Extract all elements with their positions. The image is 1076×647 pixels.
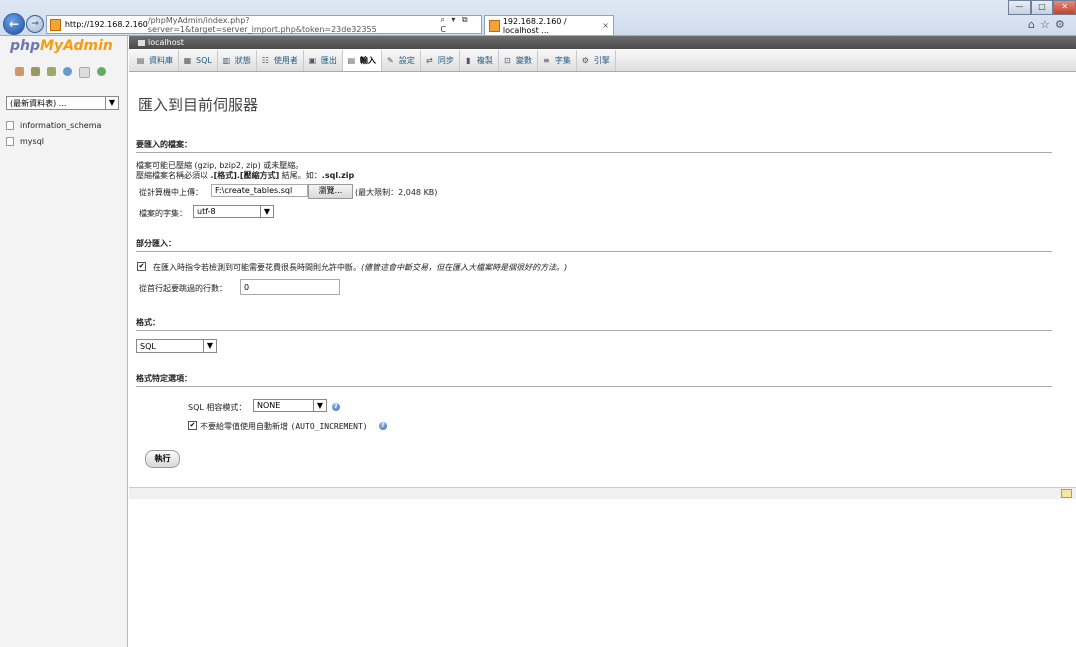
users-icon: ☷ — [261, 56, 269, 65]
tab-import[interactable]: ▤ 輸入 — [342, 50, 382, 71]
minimize-button[interactable]: — — [1008, 0, 1031, 15]
tab-users[interactable]: ☷ 使用者 — [257, 50, 304, 71]
tab-sql[interactable]: ▦ SQL — [179, 50, 218, 71]
sync-icon: ⇄ — [425, 56, 433, 65]
db-name: mysql — [20, 137, 44, 146]
tab-replication[interactable]: ▮ 複製 — [460, 50, 499, 71]
allow-interrupt-label: 在匯入時指令若檢測到可能需要花費很長時間則允許中斷。(儘管這會中斷交易，但在匯入… — [153, 263, 568, 272]
url-path: /phpMyAdmin/index.php?server=1&target=se… — [147, 15, 377, 34]
sql-icon: ▦ — [183, 56, 192, 65]
address-bar[interactable]: http://192.168.2.160/phpMyAdmin/index.ph… — [46, 15, 482, 34]
tab-sync[interactable]: ⇄ 同步 — [421, 50, 460, 71]
charset-icon: ≡ — [542, 56, 550, 65]
sql-compat-select[interactable]: NONE ▼ — [253, 399, 327, 412]
tab-variables[interactable]: ⊡ 變數 — [499, 50, 538, 71]
sql-compat-label: SQL 相容模式： — [188, 403, 247, 412]
partial-import-heading: 部分匯入： — [136, 238, 1052, 252]
database-icon — [6, 121, 14, 130]
chevron-down-icon: ▼ — [313, 400, 326, 411]
export-icon: ▣ — [308, 56, 317, 65]
max-size-note: (最大限制：2,048 KB) — [355, 188, 438, 197]
help-icon[interactable]: ? — [379, 422, 387, 430]
tab-status[interactable]: ▥ 狀態 — [218, 50, 257, 71]
browse-button[interactable]: 瀏覽... — [308, 184, 353, 199]
browser-toolbar-icons[interactable]: ⌂☆⚙ — [1028, 18, 1070, 31]
sidebar-db-information-schema[interactable]: information_schema — [6, 121, 101, 130]
database-icon — [6, 137, 14, 146]
tab-favicon-icon — [489, 19, 500, 32]
server-label: localhost — [148, 38, 184, 47]
site-favicon-icon — [50, 18, 61, 31]
browser-tab[interactable]: 192.168.2.160 / localhost ... × — [484, 15, 614, 35]
close-window-button[interactable]: ✕ — [1053, 0, 1076, 15]
reload-icon[interactable] — [97, 67, 106, 76]
format-options-heading: 格式特定選項： — [136, 373, 1052, 387]
database-select-value: (最新資料表) ... — [10, 98, 67, 108]
chevron-down-icon: ▼ — [203, 340, 216, 352]
sidebar-db-mysql[interactable]: mysql — [6, 137, 44, 146]
database-icon: ▤ — [136, 56, 145, 65]
status-icon: ▥ — [222, 56, 231, 65]
docs-icon[interactable] — [63, 67, 72, 76]
logout-icon[interactable] — [31, 67, 40, 76]
skip-rows-input[interactable]: 0 — [240, 279, 340, 295]
variables-icon: ⊡ — [503, 56, 511, 65]
phpmyadmin-logo[interactable]: phpMyAdmin — [10, 38, 113, 54]
replication-icon: ▮ — [466, 56, 471, 65]
back-button[interactable]: ← — [3, 13, 25, 35]
address-bar-controls[interactable]: ⌕ ▾ ⧉ C — [440, 15, 481, 34]
forward-button[interactable]: → — [26, 15, 44, 33]
console-bar — [129, 487, 1076, 499]
file-section-heading: 要匯入的檔案： — [136, 139, 1052, 153]
format-heading: 格式： — [136, 317, 1052, 331]
charset-select[interactable]: utf-8 ▼ — [193, 205, 274, 218]
home-icon[interactable] — [15, 67, 24, 76]
file-upload-input[interactable]: F:\create_tables.sql — [211, 184, 308, 197]
filename-note: 壓縮檔案名稱必須以 .[格式].[壓縮方式] 結尾。如：.sql.zip — [136, 171, 355, 180]
settings-icon: ✎ — [386, 56, 394, 65]
tab-close-icon[interactable]: × — [602, 21, 609, 30]
format-select[interactable]: SQL ▼ — [136, 339, 217, 353]
maximize-button[interactable]: □ — [1030, 0, 1054, 15]
console-icon[interactable] — [1061, 489, 1072, 498]
server-icon — [138, 39, 145, 46]
go-button[interactable]: 執行 — [145, 450, 180, 468]
charset-label: 檔案的字集： — [139, 209, 187, 218]
page-title: 匯入到目前伺服器 — [138, 96, 259, 114]
skip-rows-label: 從首行起要跳過的行數： — [139, 284, 227, 293]
chevron-down-icon: ▼ — [105, 97, 118, 109]
engines-icon: ⚙ — [581, 56, 589, 65]
database-select[interactable]: (最新資料表) ... ▼ — [6, 96, 119, 110]
import-icon: ▤ — [347, 56, 356, 65]
sidebar-icon-row — [15, 67, 106, 78]
tab-export[interactable]: ▣ 匯出 — [304, 50, 343, 71]
url-host: http://192.168.2.160 — [64, 20, 148, 29]
tab-charsets[interactable]: ≡ 字集 — [538, 50, 577, 71]
query-window-icon[interactable] — [47, 67, 56, 76]
chevron-down-icon: ▼ — [260, 206, 273, 217]
sql-docs-icon[interactable] — [79, 67, 90, 78]
tab-engines[interactable]: ⚙ 引擎 — [577, 50, 616, 71]
server-breadcrumb[interactable]: localhost — [129, 36, 1076, 49]
no-auto-value-label: 不要給零值使用自動新增 (AUTO_INCREMENT) — [200, 422, 368, 431]
db-name: information_schema — [20, 121, 102, 130]
upload-label: 從計算機中上傳： — [139, 188, 203, 197]
tab-settings[interactable]: ✎ 設定 — [382, 50, 421, 71]
tab-title: 192.168.2.160 / localhost ... — [502, 16, 567, 35]
window-controls: — □ ✕ — [1008, 0, 1076, 15]
help-icon[interactable]: ? — [332, 403, 340, 411]
top-menu-tabs: ▤ 資料庫 ▦ SQL ▥ 狀態 ☷ 使用者 ▣ 匯出 ▤ 輸入 ✎ 設定 ⇄ 同步 ▮ 複製 ⊡… — [129, 50, 1076, 72]
allow-interrupt-checkbox[interactable]: ✔ — [137, 262, 146, 271]
no-auto-value-checkbox[interactable]: ✔ — [188, 421, 197, 430]
tab-databases[interactable]: ▤ 資料庫 — [132, 50, 179, 71]
